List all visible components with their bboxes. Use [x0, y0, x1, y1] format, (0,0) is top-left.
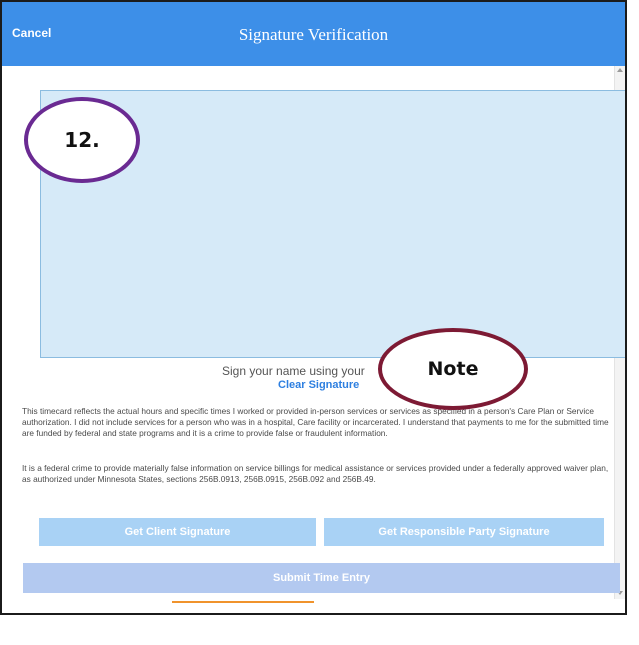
submit-time-entry-button[interactable]: Submit Time Entry	[23, 563, 620, 593]
get-responsible-party-signature-button[interactable]: Get Responsible Party Signature	[324, 518, 604, 546]
note-annotation: Note	[378, 328, 528, 410]
legal-attestation-text: This timecard reflects the actual hours …	[22, 406, 609, 438]
active-tab-indicator	[172, 601, 314, 603]
legal-warning-text: It is a federal crime to provide materia…	[22, 463, 609, 484]
page-title: Signature Verification	[238, 25, 389, 44]
app-frame: Cancel Signature Verification Sign your …	[0, 0, 627, 615]
step-number-annotation: 12.	[24, 97, 140, 183]
signature-instruction: Sign your name using your	[222, 364, 365, 378]
scroll-up-arrow-icon[interactable]	[617, 68, 623, 72]
clear-signature-link[interactable]: Clear Signature	[278, 379, 359, 391]
header-bar: Cancel Signature Verification	[2, 2, 625, 66]
get-client-signature-button[interactable]: Get Client Signature	[39, 518, 316, 546]
